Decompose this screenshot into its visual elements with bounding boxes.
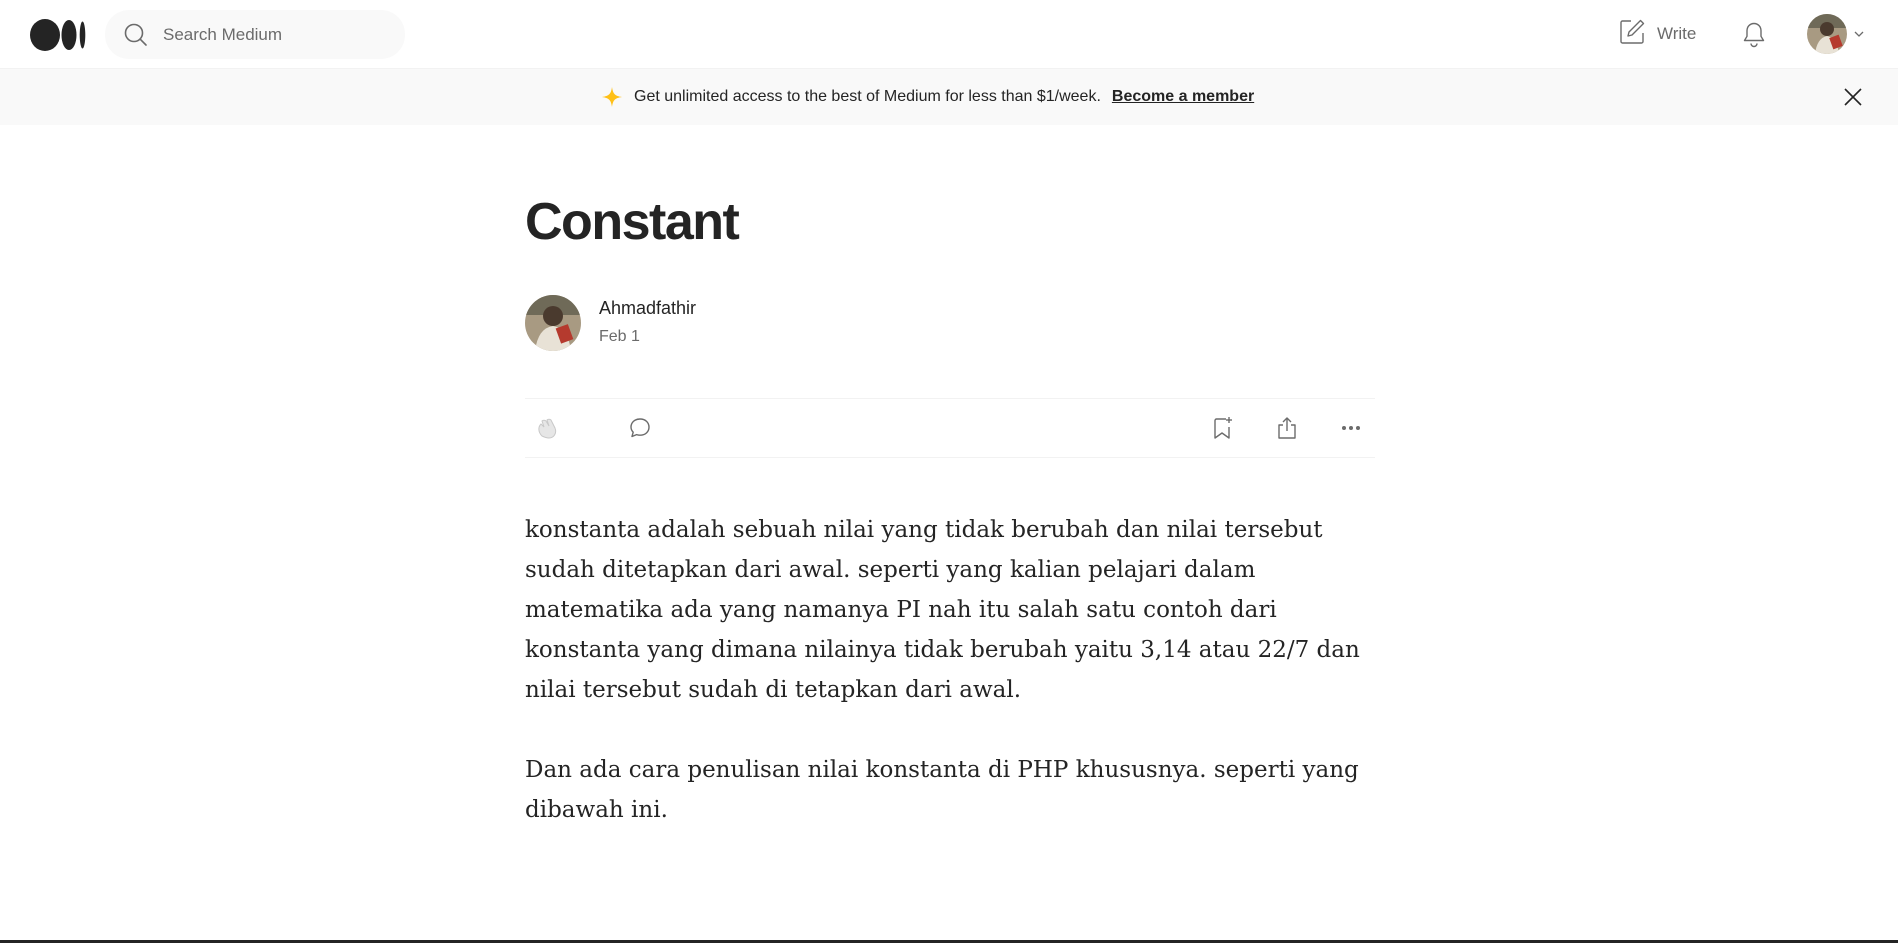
avatar [1807,14,1847,54]
comment-icon[interactable] [625,413,655,443]
article-body: konstanta adalah sebuah nilai yang tidak… [525,510,1375,870]
more-icon[interactable] [1336,413,1366,443]
banner-text: Get unlimited access to the best of Medi… [634,88,1101,105]
write-icon [1618,18,1646,51]
post-date: Feb 1 [599,328,640,345]
close-icon[interactable] [1841,85,1865,109]
author-name[interactable]: Ahmadfathir [599,298,696,319]
sparkle-icon [600,85,624,109]
paragraph: Dan ada cara penulisan nilai konstanta d… [525,757,1359,823]
search-input[interactable]: Search Medium [105,10,405,59]
bell-icon[interactable] [1738,18,1770,50]
user-menu[interactable] [1807,14,1865,54]
clap-icon[interactable] [533,413,563,443]
search-placeholder: Search Medium [163,24,283,44]
paragraph: konstanta adalah sebuah nilai yang tidak… [525,517,1360,703]
author-info: Ahmadfathir Feb 1 [525,295,925,351]
page-title: Constant [525,193,740,251]
article-action-bar [525,398,1375,458]
chevron-down-icon [1853,28,1865,40]
become-member-link[interactable]: Become a member [1112,88,1254,106]
share-icon[interactable] [1272,413,1302,443]
write-button[interactable]: Write [1618,18,1696,50]
write-label: Write [1657,24,1697,43]
medium-logo-icon[interactable] [30,19,86,51]
bookmark-icon[interactable] [1208,413,1238,443]
author-avatar[interactable] [525,295,581,351]
membership-banner: Get unlimited access to the best of Medi… [0,69,1898,125]
search-icon [121,20,151,50]
top-navigation: Search Medium Write [0,0,1898,69]
